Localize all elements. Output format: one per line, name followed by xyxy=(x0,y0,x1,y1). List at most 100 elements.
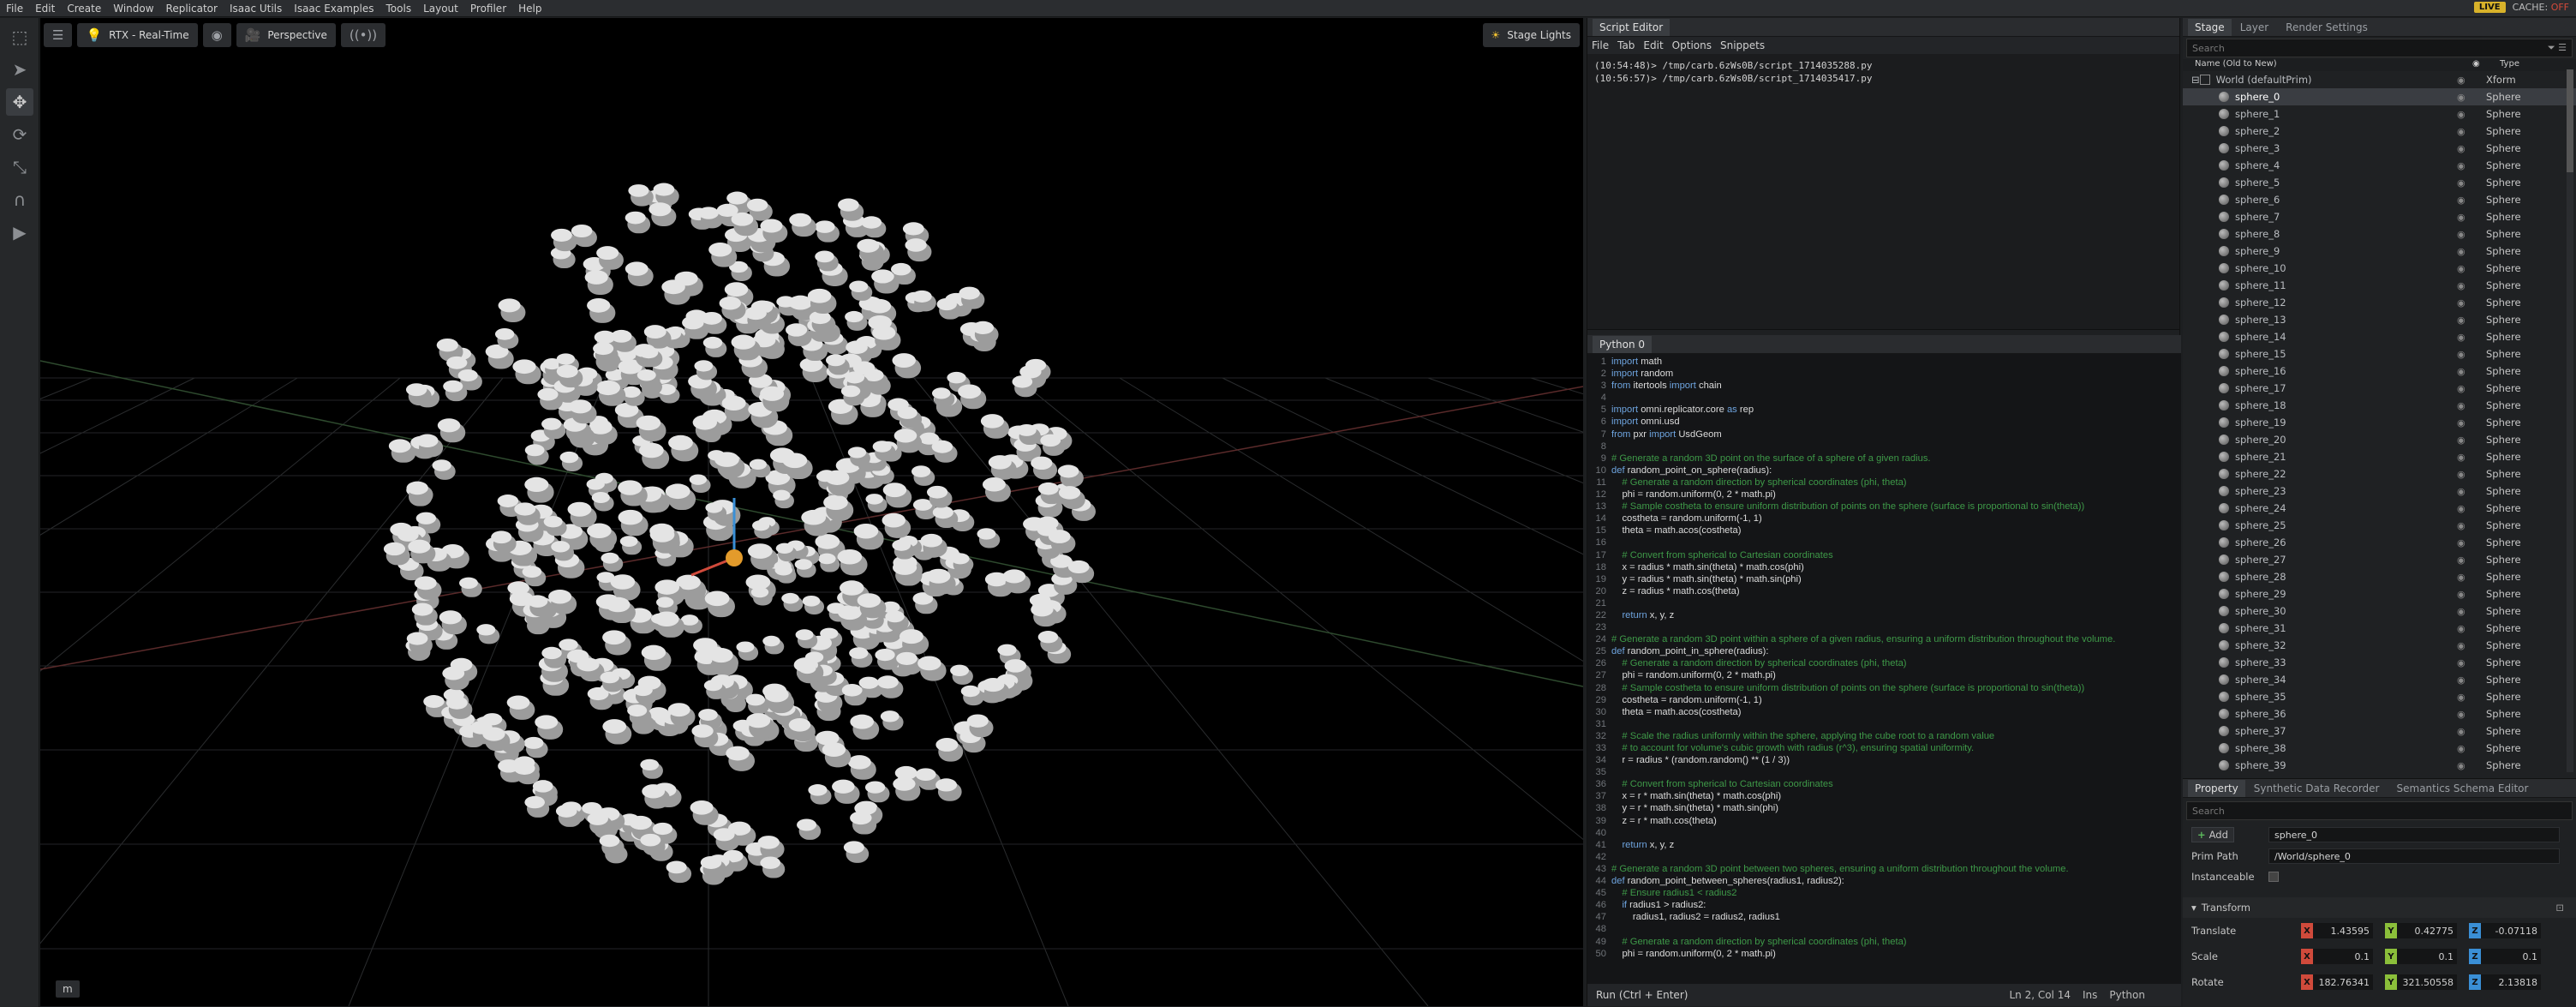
eye-icon[interactable]: ◉ xyxy=(2457,537,2465,548)
eye-icon[interactable]: ◉ xyxy=(2457,623,2465,634)
eye-icon[interactable]: ◉ xyxy=(2457,160,2465,171)
script-menu-snippets[interactable]: Snippets xyxy=(1716,39,1769,51)
tree-row[interactable]: sphere_29 ◉ Sphere xyxy=(2183,585,2576,602)
tree-row[interactable]: sphere_36 ◉ Sphere xyxy=(2183,705,2576,722)
eye-icon[interactable]: ◉ xyxy=(2457,417,2465,429)
add-button[interactable]: + Add xyxy=(2191,827,2234,842)
run-button[interactable]: Run (Ctrl + Enter) xyxy=(1593,989,1691,1001)
python-tab[interactable]: Python 0 xyxy=(1593,335,1653,353)
eye-icon[interactable]: ◉ xyxy=(2457,469,2465,480)
transform-section[interactable]: ▾ Transform ⊡ xyxy=(2183,897,2576,918)
script-menu-file[interactable]: File xyxy=(1587,39,1613,51)
stage-tab-layer[interactable]: Layer xyxy=(2232,19,2277,36)
menu-isaac-examples[interactable]: Isaac Examples xyxy=(288,3,380,15)
filter-icon[interactable]: ⏷ ☰ xyxy=(2548,42,2567,54)
eye-icon[interactable]: ◉ xyxy=(2457,366,2465,377)
eye-icon[interactable]: ◉ xyxy=(2457,674,2465,686)
move-icon[interactable]: ✥ xyxy=(6,88,33,116)
tree-row[interactable]: sphere_5 ◉ Sphere xyxy=(2183,174,2576,191)
eye-icon[interactable]: ◉ xyxy=(2457,212,2465,223)
eye-icon[interactable]: ◉ xyxy=(2457,657,2465,668)
tree-row[interactable]: sphere_23 ◉ Sphere xyxy=(2183,483,2576,500)
tree-row[interactable]: sphere_16 ◉ Sphere xyxy=(2183,363,2576,380)
tree-row[interactable]: sphere_30 ◉ Sphere xyxy=(2183,602,2576,620)
property-search-input[interactable]: Search xyxy=(2186,801,2573,820)
eye-icon[interactable]: ◉ xyxy=(2457,709,2465,720)
snap-icon[interactable]: ∩ xyxy=(6,186,33,213)
tree-row[interactable]: sphere_10 ◉ Sphere xyxy=(2183,260,2576,277)
eye-icon[interactable]: ◉ xyxy=(2457,229,2465,240)
eye-icon[interactable]: ◉ xyxy=(2457,383,2465,394)
eye-icon[interactable]: ◉ xyxy=(2457,692,2465,703)
tree-row[interactable]: sphere_14 ◉ Sphere xyxy=(2183,328,2576,345)
tree-row[interactable]: sphere_38 ◉ Sphere xyxy=(2183,740,2576,757)
eye-icon[interactable]: ◉ xyxy=(2457,92,2465,103)
value-translate-z[interactable]: -0.07118 xyxy=(2481,923,2541,938)
tree-row[interactable]: sphere_31 ◉ Sphere xyxy=(2183,620,2576,637)
eye-icon[interactable]: ◉ xyxy=(2457,177,2465,189)
value-translate-x[interactable]: 1.43595 xyxy=(2313,923,2373,938)
eye-icon[interactable]: ◉ xyxy=(2457,606,2465,617)
rotate-icon[interactable]: ⟳ xyxy=(6,121,33,148)
tree-row[interactable]: sphere_28 ◉ Sphere xyxy=(2183,568,2576,585)
prim-path-field[interactable]: /World/sphere_0 xyxy=(2268,848,2560,864)
property-tab-synthetic-data-recorder[interactable]: Synthetic Data Recorder xyxy=(2245,780,2388,797)
tree-row[interactable]: sphere_27 ◉ Sphere xyxy=(2183,551,2576,568)
script-menu-options[interactable]: Options xyxy=(1668,39,1716,51)
visibility-button[interactable]: ◉ xyxy=(202,23,231,47)
code-editor[interactable]: 1 import math 2 import random 3 from itertool… xyxy=(1587,354,2181,984)
value-rotate-x[interactable]: 182.76341 xyxy=(2313,974,2373,990)
tree-row[interactable]: sphere_37 ◉ Sphere xyxy=(2183,722,2576,740)
tree-row[interactable]: sphere_39 ◉ Sphere xyxy=(2183,757,2576,774)
menu-replicator[interactable]: Replicator xyxy=(160,3,224,15)
viewport-scene[interactable] xyxy=(40,18,1583,1006)
tree-row[interactable]: sphere_12 ◉ Sphere xyxy=(2183,294,2576,311)
stage-tab-render-settings[interactable]: Render Settings xyxy=(2277,19,2376,36)
cache-status[interactable]: CACHE: OFF xyxy=(2513,2,2569,13)
play-icon[interactable]: ▶ xyxy=(6,219,33,246)
menu-file[interactable]: File xyxy=(0,3,29,15)
eye-icon[interactable]: ◉ xyxy=(2457,726,2465,737)
camera-button[interactable]: 🎥 Perspective xyxy=(236,23,336,47)
select-tool-icon[interactable]: ⬚ xyxy=(6,23,33,51)
eye-icon[interactable]: ◉ xyxy=(2457,743,2465,754)
eye-icon[interactable]: ◉ xyxy=(2457,640,2465,651)
eye-icon[interactable]: ◉ xyxy=(2457,589,2465,600)
eye-icon[interactable]: ◉ xyxy=(2457,572,2465,583)
script-menu-tab[interactable]: Tab xyxy=(1613,39,1639,51)
viewport[interactable]: ☰ 💡 RTX - Real-Time ◉ 🎥 Perspective ((•)) … xyxy=(40,18,1583,1006)
instanceable-checkbox[interactable] xyxy=(2268,872,2279,882)
live-badge[interactable]: LIVE xyxy=(2473,2,2506,13)
tree-row[interactable]: sphere_3 ◉ Sphere xyxy=(2183,140,2576,157)
tree-row[interactable]: sphere_15 ◉ Sphere xyxy=(2183,345,2576,363)
tree-row[interactable]: sphere_0 ◉ Sphere xyxy=(2183,88,2576,105)
eye-icon[interactable]: ◉ xyxy=(2457,486,2465,497)
tree-row[interactable]: sphere_26 ◉ Sphere xyxy=(2183,534,2576,551)
stage-scrollbar[interactable] xyxy=(2567,69,2573,772)
audio-button[interactable]: ((•)) xyxy=(340,23,386,47)
eye-icon[interactable]: ◉ xyxy=(2457,452,2465,463)
eye-icon[interactable]: ◉ xyxy=(2457,246,2465,257)
property-tab-semantics-schema-editor[interactable]: Semantics Schema Editor xyxy=(2388,780,2537,797)
prim-name-field[interactable]: sphere_0 xyxy=(2268,827,2560,842)
tree-row[interactable]: sphere_22 ◉ Sphere xyxy=(2183,465,2576,483)
script-menu-edit[interactable]: Edit xyxy=(1639,39,1667,51)
menu-isaac-utils[interactable]: Isaac Utils xyxy=(224,3,288,15)
eye-icon[interactable]: ◉ xyxy=(2457,435,2465,446)
eye-icon[interactable]: ◉ xyxy=(2457,109,2465,120)
tree-row[interactable]: sphere_6 ◉ Sphere xyxy=(2183,191,2576,208)
property-tab-property[interactable]: Property xyxy=(2188,779,2245,797)
eye-icon[interactable]: ◉ xyxy=(2457,400,2465,411)
menu-help[interactable]: Help xyxy=(512,3,547,15)
tree-row[interactable]: sphere_18 ◉ Sphere xyxy=(2183,397,2576,414)
stage-tab-stage[interactable]: Stage xyxy=(2188,18,2232,36)
tree-row[interactable]: sphere_11 ◉ Sphere xyxy=(2183,277,2576,294)
stage-search-input[interactable]: Search ⏷ ☰ xyxy=(2186,39,2573,57)
scale-icon[interactable]: ⤡ xyxy=(6,153,33,181)
tree-row[interactable]: sphere_25 ◉ Sphere xyxy=(2183,517,2576,534)
tree-row-world[interactable]: ⊟ World (defaultPrim) ◉ Xform xyxy=(2183,71,2576,88)
eye-icon[interactable]: ◉ xyxy=(2457,75,2465,86)
render-mode-button[interactable]: 💡 RTX - Real-Time xyxy=(77,23,198,47)
transform-menu-icon[interactable]: ⊡ xyxy=(2555,902,2564,914)
eye-icon[interactable]: ◉ xyxy=(2457,760,2465,771)
